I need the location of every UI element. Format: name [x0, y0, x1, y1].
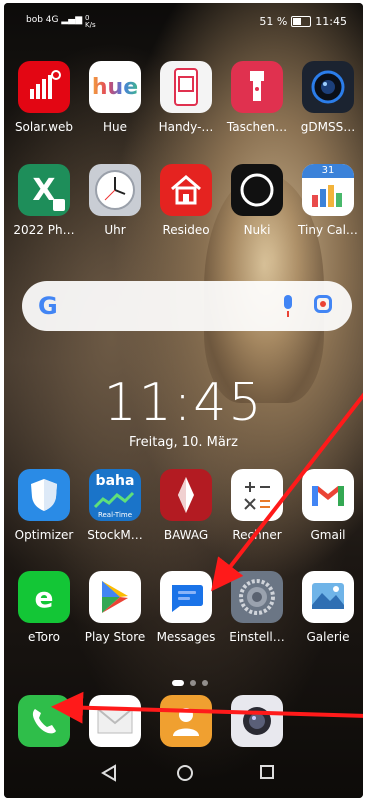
shield-icon: [18, 469, 70, 521]
page-dot[interactable]: [190, 680, 196, 686]
camera-icon: [231, 695, 283, 747]
app-tinycal[interactable]: 31 Tiny Cal…: [293, 164, 363, 237]
app-taschenlampe[interactable]: Taschen…: [222, 61, 292, 134]
carrier-info: bob 4G ▂▄▆ 0 K/s: [26, 15, 96, 29]
app-hue[interactable]: hue Hue: [80, 61, 150, 134]
hue-icon: hue: [89, 61, 141, 113]
app-uhr[interactable]: Uhr: [80, 164, 150, 237]
app-label: Optimizer: [14, 528, 74, 542]
calendar-icon: 31: [302, 164, 354, 216]
navigation-bar: [4, 748, 363, 798]
contacts-icon: [160, 695, 212, 747]
app-label: Galerie: [306, 630, 350, 644]
dock-mail[interactable]: [80, 695, 150, 747]
app-solarweb[interactable]: Solar.web: [9, 61, 79, 134]
solarweb-icon: [18, 61, 70, 113]
network-speed: 0 K/s: [85, 14, 96, 29]
app-label: Gmail: [310, 528, 346, 542]
google-search-bar[interactable]: G: [22, 281, 352, 331]
lens-camera-icon[interactable]: [314, 295, 332, 313]
calculator-icon: [231, 469, 283, 521]
app-optimizer[interactable]: Optimizer: [9, 469, 79, 542]
microphone-icon[interactable]: [284, 295, 292, 317]
status-right: 51 % 11:45: [259, 15, 347, 28]
app-label: Einstell…: [229, 630, 285, 644]
app-2022ph[interactable]: X 2022 Ph…: [9, 164, 79, 237]
app-rechner[interactable]: Rechner: [222, 469, 292, 542]
page-dot[interactable]: [202, 680, 208, 686]
app-nuki[interactable]: Nuki: [222, 164, 292, 237]
messages-icon: [160, 571, 212, 623]
carrier-label: bob 4G: [26, 15, 59, 25]
app-label: Rechner: [232, 528, 282, 542]
app-galerie[interactable]: Galerie: [293, 571, 363, 644]
ring-icon: [231, 164, 283, 216]
app-gmail[interactable]: Gmail: [293, 469, 363, 542]
clock-widget-date: Freitag, 10. März: [129, 435, 238, 450]
status-time: 11:45: [315, 15, 347, 28]
app-label: Resideo: [162, 223, 210, 237]
page-dot-active: [172, 680, 184, 686]
app-label: Nuki: [243, 223, 271, 237]
gallery-icon: [302, 571, 354, 623]
settings-icon: [231, 571, 283, 623]
page-indicator: [172, 680, 208, 686]
spreadsheet-icon: X: [18, 164, 70, 216]
phone-icon: [18, 695, 70, 747]
camera-lens-icon: [302, 61, 354, 113]
app-label: Uhr: [104, 223, 126, 237]
app-label: StockM…: [87, 528, 143, 542]
play-store-icon: [89, 571, 141, 623]
app-label: Play Store: [84, 630, 146, 644]
google-logo-icon: G: [38, 292, 58, 320]
flashlight-icon: [231, 61, 283, 113]
app-playstore[interactable]: Play Store: [80, 571, 150, 644]
home-icon[interactable]: [176, 764, 194, 786]
app-stockm[interactable]: baha Real-Time StockM…: [80, 469, 150, 542]
app-label: Handy-…: [158, 120, 214, 134]
app-label: 2022 Ph…: [13, 223, 75, 237]
recent-apps-icon[interactable]: [259, 764, 275, 784]
app-label: eToro: [27, 630, 61, 644]
clock-widget-time[interactable]: 11:45: [4, 373, 363, 433]
clock-icon: [89, 164, 141, 216]
mail-icon: [89, 695, 141, 747]
gmail-icon: [302, 469, 354, 521]
battery-percent: 51 %: [259, 15, 288, 28]
app-gdmss[interactable]: gDMSS…: [293, 61, 363, 134]
battery-icon: [291, 16, 312, 27]
house-icon: [160, 164, 212, 216]
app-etoro[interactable]: e eToro: [9, 571, 79, 644]
app-label: BAWAG: [163, 528, 209, 542]
back-icon[interactable]: [101, 764, 117, 786]
app-handy[interactable]: Handy-…: [151, 61, 221, 134]
app-label: gDMSS…: [300, 120, 356, 134]
app-label: Tiny Cal…: [298, 223, 358, 237]
app-resideo[interactable]: Resideo: [151, 164, 221, 237]
etoro-icon: e: [18, 571, 70, 623]
app-einstellungen[interactable]: Einstell…: [222, 571, 292, 644]
status-bar: bob 4G ▂▄▆ 0 K/s 51 % 11:45: [4, 3, 363, 29]
app-bawag[interactable]: BAWAG: [151, 469, 221, 542]
app-label: Solar.web: [14, 120, 74, 134]
signal-icon: ▂▄▆: [61, 15, 83, 25]
phone-screen: bob 4G ▂▄▆ 0 K/s 51 % 11:45 Solar.web hue…: [4, 3, 363, 798]
dock-camera[interactable]: [222, 695, 292, 747]
app-label: Taschen…: [226, 120, 288, 134]
phone-app-icon: [160, 61, 212, 113]
bawag-icon: [160, 469, 212, 521]
baha-icon: baha Real-Time: [89, 469, 141, 521]
dock-phone[interactable]: [9, 695, 79, 747]
dock-contacts[interactable]: [151, 695, 221, 747]
app-label: Hue: [102, 120, 127, 134]
app-messages[interactable]: Messages: [151, 571, 221, 644]
app-label: Messages: [156, 630, 216, 644]
